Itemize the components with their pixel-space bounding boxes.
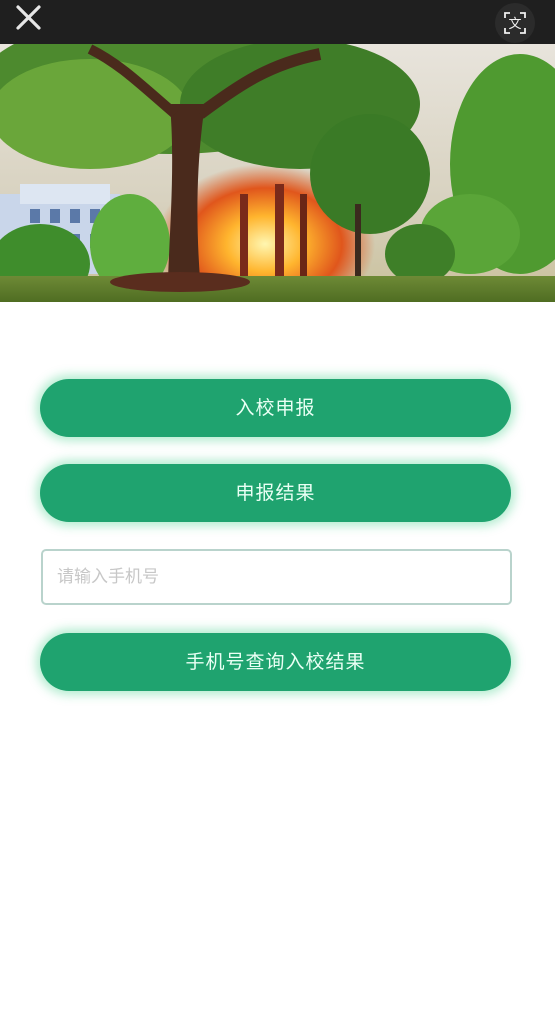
translate-button[interactable]: 文 xyxy=(495,3,535,43)
close-icon xyxy=(16,5,41,30)
apply-entry-button[interactable]: 入校申报 xyxy=(40,379,511,437)
translate-glyph: 文 xyxy=(508,17,521,32)
campus-banner-image xyxy=(0,44,555,302)
translate-icon: 文 xyxy=(504,12,526,34)
query-by-phone-button[interactable]: 手机号查询入校结果 xyxy=(40,633,511,691)
top-bar: 文 xyxy=(0,0,555,44)
close-button[interactable] xyxy=(12,2,46,36)
phone-number-input[interactable] xyxy=(41,549,512,605)
page: 文 入校申报 申报结果 请输入手机号 手机号查询入校结果 xyxy=(0,0,555,1016)
apply-result-button[interactable]: 申报结果 xyxy=(40,464,511,522)
